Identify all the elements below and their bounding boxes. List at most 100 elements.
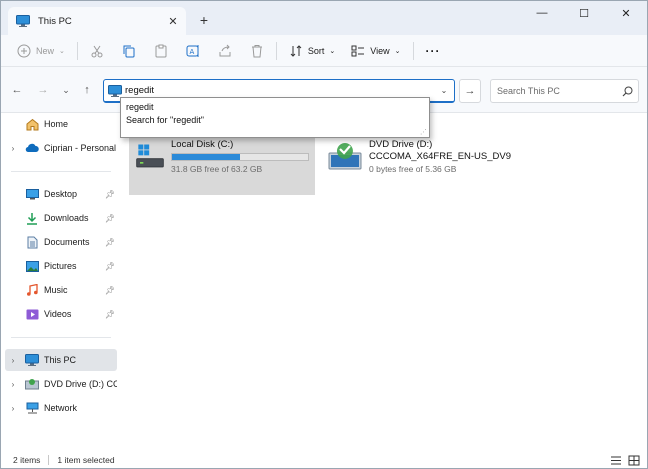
sidebar-divider [11,171,111,172]
maximize-button[interactable]: ☐ [563,1,605,25]
pin-icon[interactable]: 📌︎ [103,190,117,199]
tiles-view-button[interactable] [627,454,641,466]
pictures-icon [25,259,39,273]
status-divider [48,455,50,465]
sidebar-item-this-pc[interactable]: › This PC [5,349,117,371]
sidebar-item-label: Documents [44,237,90,247]
pin-icon[interactable]: 📌︎ [103,238,117,247]
home-icon [25,117,39,131]
toolbar-divider [412,41,414,60]
forward-button[interactable]: → [34,81,52,99]
drive-dvd-d[interactable]: DVD Drive (D:) CCCOMA_X64FRE_EN-US_DV9 0… [321,133,521,195]
arrow-right-icon: → [464,85,476,97]
dvd-drive-icon [25,377,39,391]
sidebar-item-pictures[interactable]: Pictures 📌︎ [5,255,117,277]
window-controls: — ☐ ✕ [521,1,647,25]
pin-icon[interactable]: 📌︎ [103,262,117,271]
chevron-down-icon[interactable]: ⌄ [434,86,454,95]
arrow-up-icon: ↑ [84,84,90,96]
status-bar: 2 items 1 item selected [1,451,647,468]
chevron-down-icon: ⌄ [59,47,65,55]
view-toggle [605,454,641,466]
sidebar-item-music[interactable]: Music 📌︎ [5,279,117,301]
sidebar-item-label: Ciprian - Personal [44,143,117,153]
chevron-right-icon[interactable]: › [5,356,21,365]
minimize-button[interactable]: — [521,1,563,25]
chevron-right-icon[interactable]: › [5,404,21,413]
tab-this-pc[interactable]: This PC ✕ [8,7,186,35]
copy-icon [123,45,135,57]
sidebar-item-label: Desktop [44,189,78,199]
suggestion-item[interactable]: regedit [121,101,429,114]
drive-name: DVD Drive (D:) [369,139,433,150]
address-suggestions: regedit Search for "regedit" ⋰ [120,97,430,138]
chevron-right-icon[interactable]: › [5,144,21,153]
sidebar-item-dvd-drive[interactable]: › DVD Drive (D:) CCCOMA_X64FRE_EN-US_DV9 [5,373,117,395]
delete-button[interactable] [246,39,268,63]
arrow-left-icon: ← [11,84,23,96]
this-pc-icon [108,84,122,97]
rename-icon: A [186,44,199,57]
music-icon [25,283,39,297]
resize-grip-icon[interactable]: ⋰ [420,128,427,136]
address-input[interactable]: regedit [125,85,434,96]
pin-icon[interactable]: 📌︎ [103,310,117,319]
drive-local-disk-c[interactable]: Local Disk (C:) 31.8 GB free of 63.2 GB [129,133,315,195]
share-button[interactable] [214,39,236,63]
content-pane: Local Disk (C:) 31.8 GB free of 63.2 GB … [123,113,647,451]
details-view-button[interactable] [609,454,623,466]
close-window-button[interactable]: ✕ [605,1,647,25]
sidebar-item-label: Home [44,119,69,129]
selection-count: 1 item selected [57,455,115,465]
local-disk-icon [136,144,164,168]
drive-free-space: 0 bytes free of 5.36 GB [369,164,457,174]
sort-button[interactable]: Sort ⌄ [285,39,339,63]
back-button[interactable]: ← [8,81,26,99]
sidebar-item-label: This PC [44,355,77,365]
sort-icon [290,44,302,57]
new-tab-button[interactable]: + [195,11,213,29]
search-input[interactable]: Search This PC [497,86,616,96]
cloud-icon [25,141,39,155]
sidebar-item-label: Downloads [44,213,89,223]
search-box[interactable]: Search This PC [490,79,639,103]
toolbar-divider [76,41,78,60]
sidebar-item-network[interactable]: › Network [5,397,117,419]
sidebar-item-documents[interactable]: Documents 📌︎ [5,231,117,253]
toolbar-divider [275,41,277,60]
go-button[interactable]: → [459,79,481,103]
sidebar-item-desktop[interactable]: Desktop 📌︎ [5,183,117,205]
view-button[interactable]: View ⌄ [347,39,404,63]
chevron-down-icon: ⌄ [329,47,336,55]
rename-button[interactable]: A [182,39,204,63]
drive-usage-fill [172,154,240,160]
view-icon [351,45,365,56]
drive-name: Local Disk (C:) [171,139,234,150]
paste-button[interactable] [150,39,172,63]
suggestion-item[interactable]: Search for "regedit" [121,114,429,127]
share-icon [219,44,231,56]
tab-close-icon[interactable]: ✕ [164,12,182,30]
more-options-button[interactable]: ··· [422,39,445,63]
sidebar-item-downloads[interactable]: Downloads 📌︎ [5,207,117,229]
sidebar-item-label: DVD Drive (D:) CCCOMA_X64FRE_EN-US_DV9 [44,379,117,389]
recent-locations-button[interactable]: ⌄ [57,81,75,99]
copy-button[interactable] [118,39,140,63]
tab-title: This PC [38,15,72,27]
sidebar-item-onedrive[interactable]: › Ciprian - Personal [5,137,117,159]
up-button[interactable]: ↑ [78,81,96,99]
new-button[interactable]: New ⌄ [13,39,69,63]
sidebar-item-videos[interactable]: Videos 📌︎ [5,303,117,325]
paste-icon [155,44,167,57]
sidebar-item-home[interactable]: Home [5,113,117,135]
drive-usage-bar [171,153,309,161]
pin-icon[interactable]: 📌︎ [103,214,117,223]
dvd-drive-icon [328,143,362,170]
search-icon [616,86,638,97]
drive-free-space: 31.8 GB free of 63.2 GB [171,164,263,174]
this-pc-icon [25,353,39,367]
pin-icon[interactable]: 📌︎ [103,286,117,295]
cut-button[interactable] [86,39,108,63]
chevron-right-icon[interactable]: › [5,380,21,389]
svg-text:A: A [189,48,194,56]
